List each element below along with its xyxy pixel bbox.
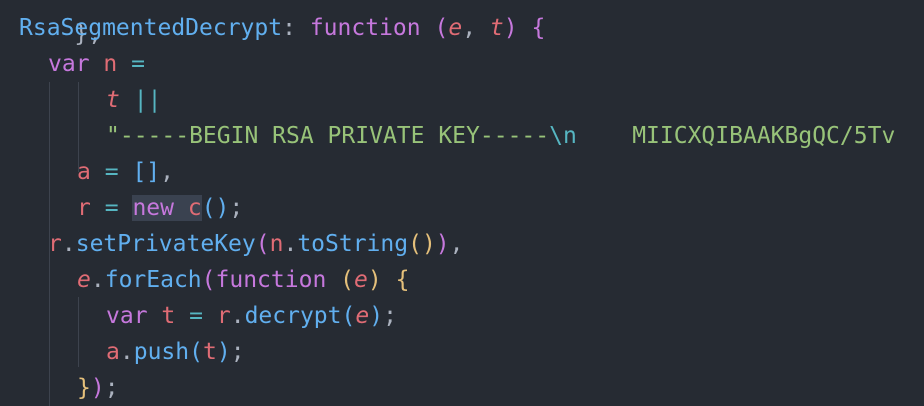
operator: = — [189, 303, 203, 329]
keyword: var — [48, 51, 90, 77]
code-line[interactable]: var n = — [48, 46, 145, 82]
selection-highlight: new c — [132, 195, 202, 221]
method: setPrivateKey — [75, 231, 256, 257]
dot: . — [283, 231, 298, 257]
operator: || — [133, 87, 162, 113]
keyword: var — [106, 303, 148, 329]
call-parens: () — [201, 195, 230, 221]
code-line[interactable]: "-----BEGIN RSA PRIVATE KEY-----\n MIICX… — [106, 118, 895, 154]
keyword: function — [215, 267, 327, 293]
variable: n — [103, 51, 118, 77]
semicolon: ; — [383, 303, 397, 329]
code-line[interactable]: RsaSegmentedDecrypt: function (e, t) { — [19, 10, 545, 46]
dot: . — [61, 231, 76, 257]
operator: = — [104, 195, 119, 221]
keyword: function — [309, 15, 421, 41]
string: "-----BEGIN RSA PRIVATE KEY----- — [106, 123, 550, 149]
code-line[interactable]: t || — [106, 82, 161, 118]
dot: . — [119, 339, 134, 365]
paren: ) — [369, 303, 384, 329]
semicolon: ; — [230, 339, 245, 365]
paren: ( — [189, 339, 203, 365]
function-name: RsaSegmentedDecrypt — [19, 15, 283, 41]
code-line[interactable]: }); — [77, 370, 119, 406]
semicolon: ; — [229, 195, 244, 221]
array-literal: [] — [132, 159, 161, 185]
code-line[interactable]: a.push(t); — [106, 334, 245, 370]
paren: ) — [435, 231, 450, 257]
paren: ) — [90, 375, 105, 401]
variable: a — [106, 339, 120, 365]
brace: { — [395, 267, 410, 293]
method: toString — [297, 231, 409, 257]
dot: . — [90, 267, 105, 293]
operator: = — [131, 51, 145, 77]
comma: , — [449, 231, 464, 257]
param: e — [355, 303, 370, 329]
param: t — [489, 15, 504, 41]
paren: ) — [216, 339, 231, 365]
variable: a — [77, 159, 91, 185]
indent-guide — [78, 297, 79, 367]
string: MIICXQIBAAKBgQC/5Tv — [576, 123, 896, 149]
variable: r — [77, 195, 91, 221]
class-name: c — [187, 195, 202, 221]
escape-sequence: \n — [549, 123, 577, 149]
keyword: new — [132, 195, 174, 221]
method: push — [133, 339, 190, 365]
method: forEach — [104, 267, 202, 293]
paren: ( — [341, 303, 356, 329]
paren: ) — [367, 267, 382, 293]
paren: ( — [201, 267, 216, 293]
variable: r — [48, 231, 62, 257]
colon: : — [282, 15, 296, 41]
paren: ) — [503, 15, 518, 41]
paren: ( — [340, 267, 355, 293]
code-line[interactable]: r = new c(); — [77, 190, 243, 226]
variable: r — [216, 303, 231, 329]
paren: ( — [255, 231, 270, 257]
variable: t — [161, 303, 176, 329]
comma: , — [160, 159, 174, 185]
variable: e — [77, 267, 91, 293]
variable: t — [202, 339, 217, 365]
code-line[interactable]: e.forEach(function (e) { — [77, 262, 409, 298]
operator: = — [104, 159, 119, 185]
brace: } — [77, 375, 91, 401]
dot: . — [230, 303, 245, 329]
variable: t — [106, 87, 120, 113]
semicolon: ; — [104, 375, 119, 401]
method: decrypt — [244, 303, 342, 329]
code-line[interactable]: r.setPrivateKey(n.toString()), — [48, 226, 464, 262]
variable: n — [269, 231, 284, 257]
comma: , — [462, 15, 477, 41]
code-editor[interactable]: }, RsaSegmentedDecrypt: function (e, t) … — [0, 0, 924, 406]
paren: ( — [434, 15, 449, 41]
param: e — [354, 267, 368, 293]
param: e — [448, 15, 463, 41]
code-line[interactable]: a = [], — [77, 154, 174, 190]
code-line[interactable]: var t = r.decrypt(e); — [106, 298, 397, 334]
brace: { — [531, 15, 546, 41]
call-parens: () — [408, 231, 436, 257]
